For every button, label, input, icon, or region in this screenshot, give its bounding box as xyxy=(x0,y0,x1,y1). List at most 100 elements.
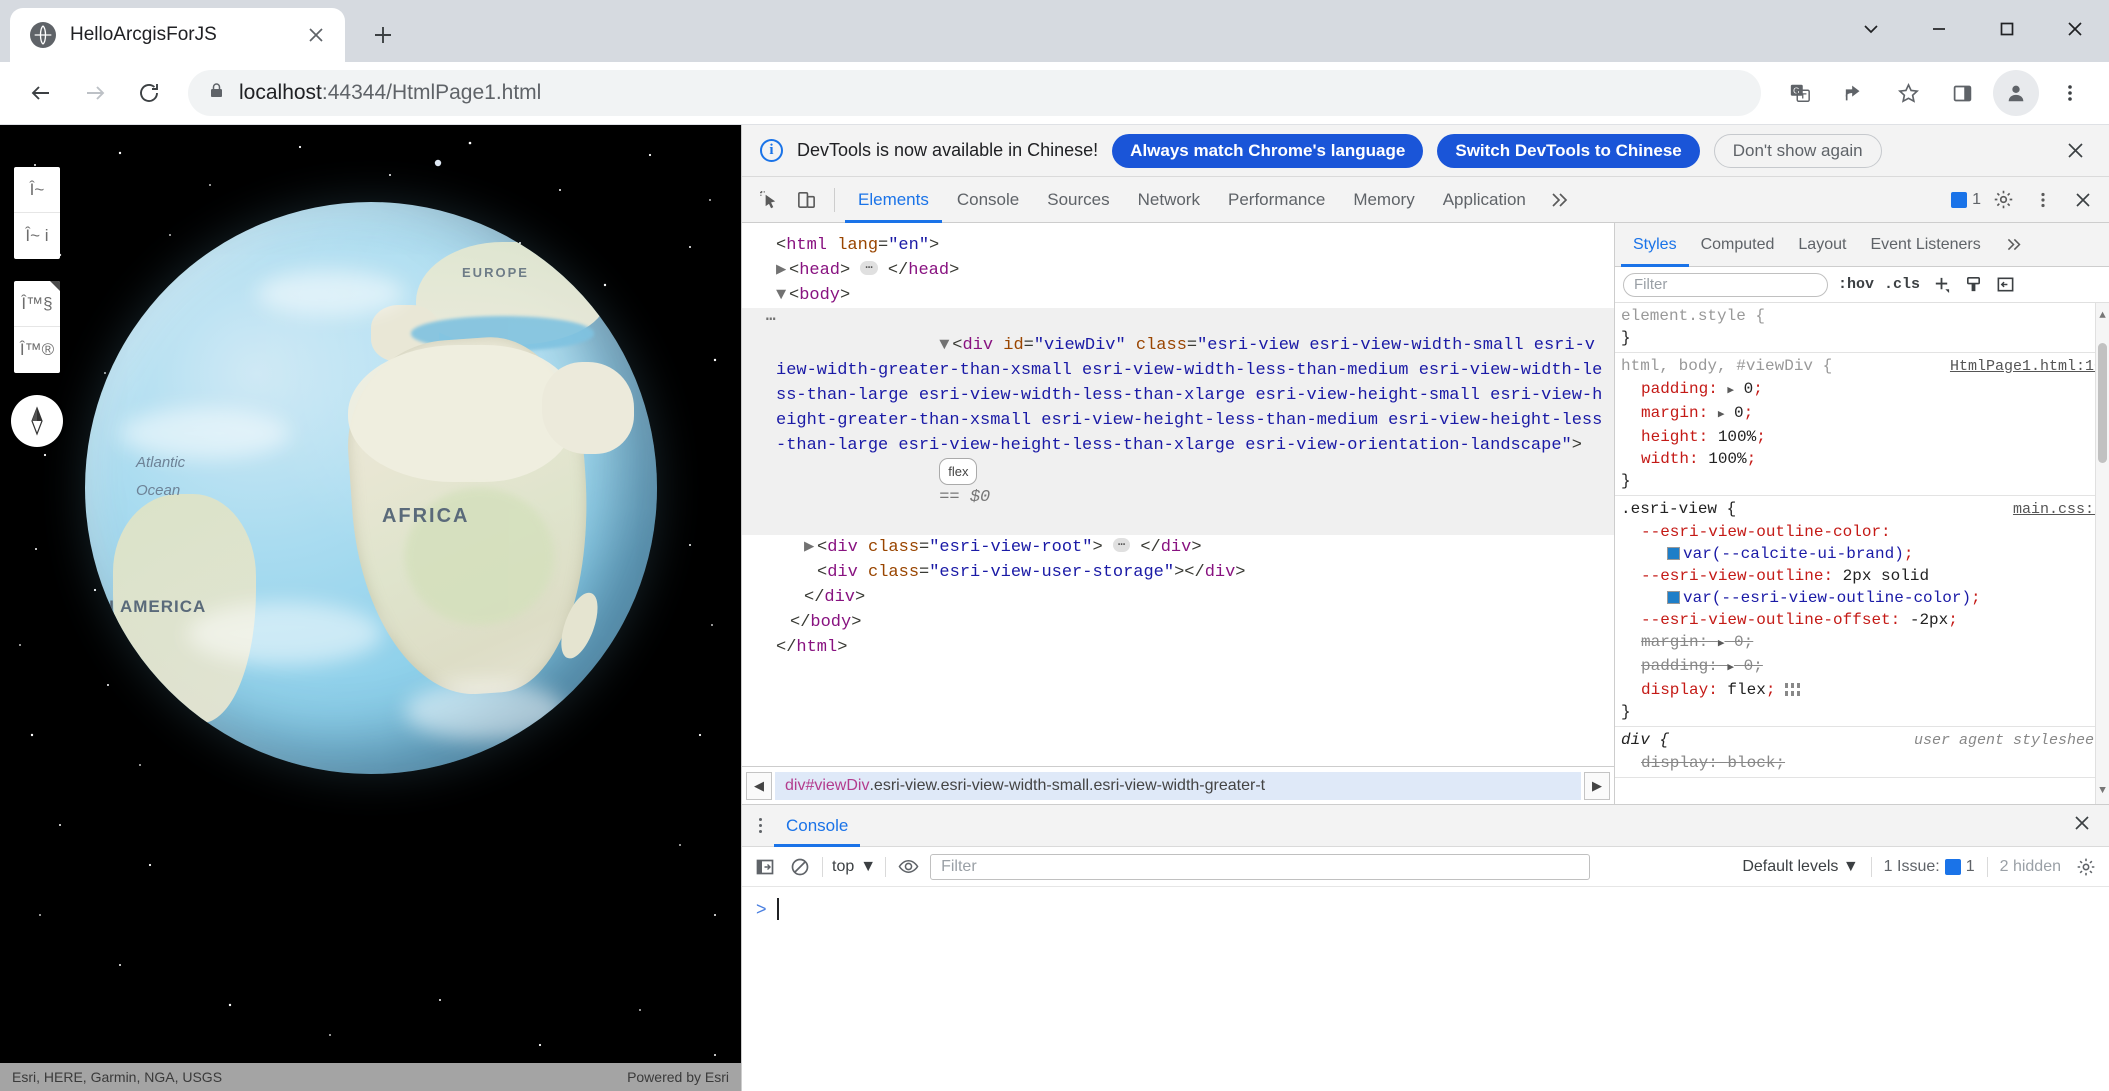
style-declaration[interactable]: --esri-view-outline-color: xyxy=(1615,521,2109,543)
tab-styles[interactable]: Styles xyxy=(1621,223,1689,267)
console-levels-selector[interactable]: Default levels ▼ xyxy=(1742,858,1858,876)
decl-value[interactable]: 0 xyxy=(1734,404,1744,422)
close-icon[interactable] xyxy=(301,20,331,50)
tab-performance[interactable]: Performance xyxy=(1215,177,1338,223)
styles-panel[interactable]: Styles Computed Layout Event Listeners F… xyxy=(1615,223,2109,804)
issues-badge[interactable]: 1 xyxy=(1951,191,1981,209)
decl-value[interactable]: flex xyxy=(1727,681,1765,699)
style-rule[interactable]: element.style { } xyxy=(1615,303,2109,353)
tab-computed[interactable]: Computed xyxy=(1689,223,1787,267)
address-bar[interactable]: localhost:44344/HtmlPage1.html xyxy=(188,70,1761,116)
expand-arrow-icon[interactable]: ▶ xyxy=(1718,633,1725,655)
style-declaration-value[interactable]: var(--esri-view-outline-color); xyxy=(1615,587,2109,609)
side-panel-icon[interactable] xyxy=(1939,70,1985,116)
tab-elements[interactable]: Elements xyxy=(845,177,942,223)
maximize-icon[interactable] xyxy=(1973,0,2041,58)
dom-line[interactable]: <html lang="en"> xyxy=(742,233,1614,258)
dom-tree-panel[interactable]: <html lang="en"> ▶<head> ⋯ </head> ▼<bod… xyxy=(742,223,1615,804)
style-declaration[interactable]: width: 100%; xyxy=(1615,448,2109,470)
style-selector[interactable]: .esri-view { xyxy=(1621,498,1736,520)
style-declaration[interactable]: display: flex; xyxy=(1615,679,2109,701)
console-output-area[interactable] xyxy=(742,931,2109,1091)
tab-event-listeners[interactable]: Event Listeners xyxy=(1858,223,1992,267)
tab-network[interactable]: Network xyxy=(1125,177,1213,223)
scroll-down-icon[interactable]: ▼ xyxy=(2096,780,2109,802)
zoom-in-button[interactable]: Î~ xyxy=(14,167,60,213)
inspect-element-icon[interactable] xyxy=(750,182,786,218)
share-icon[interactable] xyxy=(1831,70,1877,116)
bookmark-star-icon[interactable] xyxy=(1885,70,1931,116)
console-sidebar-icon[interactable] xyxy=(752,854,778,880)
style-selector[interactable]: div { xyxy=(1621,729,1669,751)
forward-arrow-icon[interactable] xyxy=(70,68,120,118)
tab-console[interactable]: Console xyxy=(944,177,1032,223)
color-swatch[interactable] xyxy=(1667,591,1680,604)
hov-toggle[interactable]: :hov xyxy=(1838,276,1874,293)
live-expression-icon[interactable] xyxy=(895,854,921,880)
expand-arrow-icon[interactable]: ▶ xyxy=(1727,380,1734,402)
minimize-icon[interactable] xyxy=(1905,0,1973,58)
decl-value[interactable]: block xyxy=(1727,754,1775,772)
style-declaration[interactable]: padding: ▶ 0; xyxy=(1615,378,2109,402)
color-swatch[interactable] xyxy=(1667,547,1680,560)
decl-value[interactable]: 0 xyxy=(1734,633,1744,651)
chevron-down-icon[interactable] xyxy=(1837,0,1905,58)
style-selector[interactable]: html, body, #viewDiv { xyxy=(1621,355,1832,377)
back-arrow-icon[interactable] xyxy=(16,68,66,118)
translate-icon[interactable]: G xyxy=(1777,70,1823,116)
kebab-menu-icon[interactable] xyxy=(746,818,774,833)
expand-arrow-icon[interactable]: ▶ xyxy=(1727,657,1734,679)
gear-icon[interactable] xyxy=(2073,854,2099,880)
tab-sources[interactable]: Sources xyxy=(1034,177,1122,223)
dom-line[interactable]: <div class="esri-view-user-storage"></di… xyxy=(742,560,1614,585)
style-source-link[interactable]: HtmlPage1.html:10 xyxy=(1940,356,2103,378)
close-icon[interactable] xyxy=(2059,135,2091,167)
plus-rule-icon[interactable] xyxy=(1930,274,1952,296)
dom-more-icon[interactable]: ⋯ xyxy=(742,308,776,333)
styles-filter-input[interactable]: Filter xyxy=(1623,273,1828,297)
dom-line[interactable]: </div> xyxy=(742,585,1614,610)
dom-tree[interactable]: <html lang="en"> ▶<head> ⋯ </head> ▼<bod… xyxy=(742,223,1614,766)
scroll-up-icon[interactable]: ▲ xyxy=(2096,305,2109,327)
decl-value[interactable]: 100% xyxy=(1708,450,1746,468)
chrome-menu-icon[interactable] xyxy=(2047,70,2093,116)
window-close-icon[interactable] xyxy=(2041,0,2109,58)
style-declaration-overridden[interactable]: margin: ▶ 0; xyxy=(1615,631,2109,655)
style-selector[interactable]: element.style { xyxy=(1621,305,1765,327)
decl-value[interactable]: var(--calcite-ui-brand) xyxy=(1683,545,1904,563)
console-filter-input[interactable]: Filter xyxy=(930,854,1590,880)
switch-devtools-language-button[interactable]: Switch DevTools to Chinese xyxy=(1437,134,1699,168)
dom-line[interactable]: ▼<body> xyxy=(742,283,1614,308)
style-declaration[interactable]: height: 100%; xyxy=(1615,426,2109,448)
dom-line[interactable]: </html> xyxy=(742,635,1614,660)
clear-console-icon[interactable] xyxy=(787,854,813,880)
decl-value[interactable]: -2px xyxy=(1910,611,1948,629)
flex-editor-icon[interactable] xyxy=(1785,683,1800,696)
dom-line[interactable]: ▶<head> ⋯ </head> xyxy=(742,258,1614,283)
esri-map-view[interactable]: AFRICA EUROPE Atlantic Ocean TH AMERICA … xyxy=(0,125,741,1091)
always-match-language-button[interactable]: Always match Chrome's language xyxy=(1112,134,1423,168)
style-declaration-overridden[interactable]: padding: ▶ 0; xyxy=(1615,655,2109,679)
breadcrumb-item[interactable]: div#viewDiv.esri-view.esri-view-width-sm… xyxy=(775,772,1581,800)
decl-value[interactable]: 100% xyxy=(1718,428,1756,446)
right-arrow-icon[interactable]: ▶ xyxy=(1584,772,1610,800)
drawer-tab-console[interactable]: Console xyxy=(774,805,860,847)
kebab-menu-icon[interactable] xyxy=(2025,182,2061,218)
style-declaration-overridden[interactable]: display: block; xyxy=(1615,752,2109,774)
decl-value[interactable]: 0 xyxy=(1744,657,1754,675)
tab-layout[interactable]: Layout xyxy=(1786,223,1858,267)
device-toolbar-icon[interactable] xyxy=(788,182,824,218)
left-arrow-icon[interactable]: ◀ xyxy=(746,772,772,800)
browser-tab[interactable]: HelloArcgisForJS xyxy=(10,8,345,62)
decl-value[interactable]: 0 xyxy=(1744,380,1754,398)
expand-arrow-icon[interactable]: ▶ xyxy=(1718,404,1725,426)
style-declaration[interactable]: --esri-view-outline: 2px solid xyxy=(1615,565,2109,587)
close-icon[interactable] xyxy=(2065,182,2101,218)
styles-rules-list[interactable]: element.style { } html, body, #viewDiv {… xyxy=(1615,303,2109,804)
console-issues-badge[interactable]: 1 Issue: 1 xyxy=(1884,858,1975,876)
style-declaration[interactable]: margin: ▶ 0; xyxy=(1615,402,2109,426)
dom-line-selected[interactable]: ⋯ ▼<div id="viewDiv" class="esri-view es… xyxy=(742,308,1614,535)
style-declaration-value[interactable]: var(--calcite-ui-brand); xyxy=(1615,543,2109,565)
style-declaration[interactable]: --esri-view-outline-offset: -2px; xyxy=(1615,609,2109,631)
toggle-sidebar-icon[interactable] xyxy=(1994,274,2016,296)
